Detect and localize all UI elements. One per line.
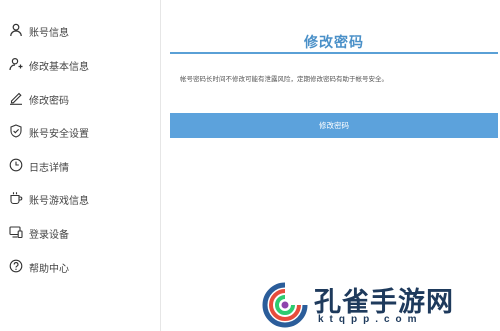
- sidebar-item-log-details[interactable]: 日志详情: [0, 155, 160, 177]
- sidebar-item-label: 帮助中心: [29, 263, 69, 275]
- title-divider: [170, 52, 498, 54]
- help-icon: [9, 259, 23, 273]
- sidebar-item-label: 登录设备: [29, 229, 69, 241]
- sidebar-item-label: 账号安全设置: [29, 128, 89, 140]
- user-edit-icon: [9, 57, 23, 71]
- main-panel: 修改密码 帐号密码长时间不修改可能有泄露风险，定期修改密码有助于帐号安全。 修改…: [161, 0, 500, 331]
- pencil-icon: [9, 91, 23, 105]
- sidebar-item-security-settings[interactable]: 账号安全设置: [0, 121, 160, 143]
- user-icon: [9, 23, 23, 37]
- sidebar-item-change-password[interactable]: 修改密码: [0, 88, 160, 110]
- sidebar-item-label: 账号游戏信息: [29, 195, 89, 207]
- sidebar-item-login-devices[interactable]: 登录设备: [0, 222, 160, 244]
- page-title: 修改密码: [304, 34, 364, 50]
- sidebar-item-account-info[interactable]: 账号信息: [0, 20, 160, 42]
- sidebar-item-label: 账号信息: [29, 27, 69, 39]
- sidebar-item-game-info[interactable]: 账号游戏信息: [0, 188, 160, 210]
- cup-icon: [9, 191, 23, 205]
- devices-icon: [9, 225, 23, 239]
- shield-check-icon: [9, 124, 23, 138]
- security-notice: 帐号密码长时间不修改可能有泄露风险，定期修改密码有助于帐号安全。: [180, 76, 388, 83]
- change-password-button[interactable]: 修改密码: [170, 113, 498, 138]
- sidebar-item-label: 修改基本信息: [29, 61, 89, 73]
- sidebar-item-edit-basic-info[interactable]: 修改基本信息: [0, 54, 160, 76]
- sidebar: 账号信息 修改基本信息 修改密码 账号安全设置 日志详情 账号游戏信息 登录设备…: [0, 0, 161, 331]
- clock-icon: [9, 158, 23, 172]
- sidebar-item-label: 修改密码: [29, 95, 69, 107]
- sidebar-item-help-center[interactable]: 帮助中心: [0, 256, 160, 278]
- sidebar-item-label: 日志详情: [29, 162, 69, 174]
